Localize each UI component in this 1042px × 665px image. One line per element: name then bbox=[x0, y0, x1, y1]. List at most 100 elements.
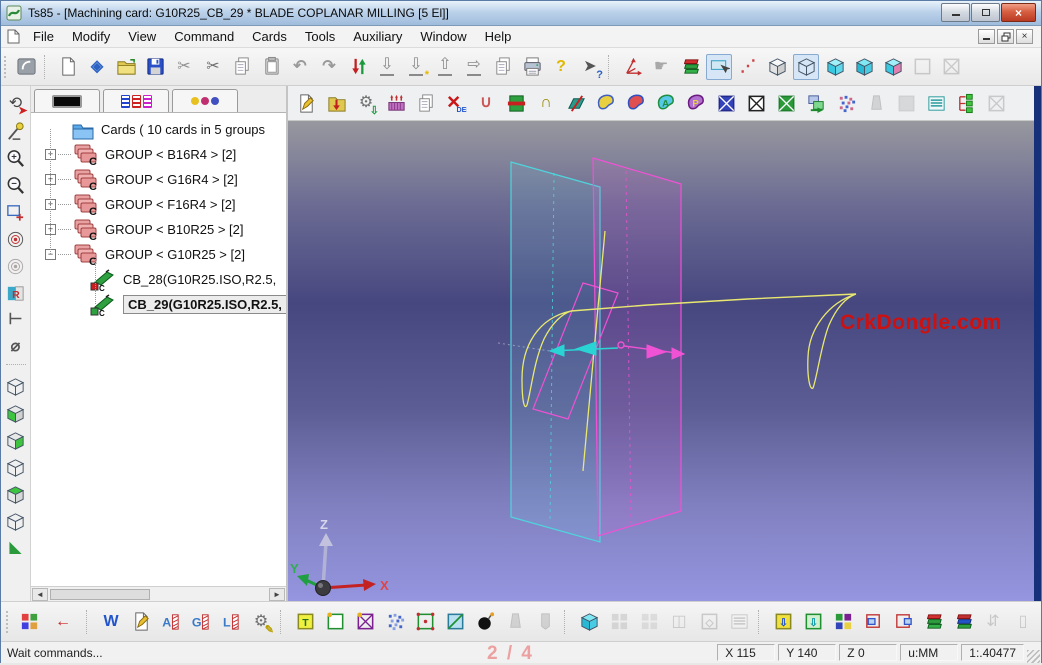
frame-del-icon[interactable] bbox=[352, 609, 378, 635]
card-manager-icon[interactable] bbox=[16, 609, 42, 635]
view-bottom-icon[interactable] bbox=[4, 509, 28, 533]
wireframe-cube-icon[interactable] bbox=[793, 54, 819, 80]
swap-order-icon[interactable] bbox=[345, 54, 371, 80]
pocket-area-icon[interactable] bbox=[593, 90, 619, 116]
scroll-left-button[interactable]: ◄ bbox=[32, 588, 48, 601]
toolbar-grip[interactable] bbox=[6, 611, 10, 633]
zoom-window-icon[interactable] bbox=[4, 200, 28, 224]
tree-group-row[interactable]: −CGROUP < G10R25 > [2] bbox=[31, 242, 286, 267]
tool-shape-icon[interactable]: ∪ bbox=[473, 90, 499, 116]
view-right-icon[interactable] bbox=[4, 428, 28, 452]
context-help-icon[interactable]: ➤? bbox=[577, 54, 603, 80]
tree-card-row[interactable]: CCB_29(G10R25.ISO,R2.5, bbox=[31, 292, 286, 317]
pick-frame-icon[interactable] bbox=[860, 609, 886, 635]
menu-auxiliary[interactable]: Auxiliary bbox=[344, 28, 411, 45]
link-tree-icon[interactable] bbox=[953, 90, 979, 116]
view-front-icon[interactable] bbox=[4, 401, 28, 425]
menu-cards[interactable]: Cards bbox=[243, 28, 296, 45]
export-icon[interactable]: ⇧ bbox=[432, 54, 458, 80]
limit-box-blue-icon[interactable] bbox=[713, 90, 739, 116]
undo-icon[interactable]: ↶ bbox=[287, 54, 313, 80]
diagonal-frame-icon[interactable] bbox=[442, 609, 468, 635]
tab-cards[interactable] bbox=[103, 89, 169, 112]
mill-tool-icon[interactable]: ◣ bbox=[4, 536, 28, 560]
palette-grid-icon[interactable] bbox=[830, 609, 856, 635]
card-wizard-icon[interactable]: ◈ bbox=[84, 54, 110, 80]
copy-card-icon[interactable] bbox=[413, 90, 439, 116]
export-template-icon[interactable]: ⇩ bbox=[800, 609, 826, 635]
view-top-icon[interactable] bbox=[4, 482, 28, 506]
bomb-icon[interactable] bbox=[472, 609, 498, 635]
holder-icon[interactable] bbox=[503, 90, 529, 116]
shaded-cube-icon[interactable] bbox=[822, 54, 848, 80]
import-icon[interactable]: ⇩ bbox=[374, 54, 400, 80]
menu-help[interactable]: Help bbox=[476, 28, 521, 45]
table-icon[interactable] bbox=[923, 90, 949, 116]
resize-grip[interactable] bbox=[1027, 650, 1040, 663]
import-template-icon[interactable]: ⇩ bbox=[770, 609, 796, 635]
mesh-edit-icon[interactable] bbox=[412, 609, 438, 635]
octree-cube-icon[interactable] bbox=[764, 54, 790, 80]
points-cloud-icon[interactable] bbox=[833, 90, 859, 116]
word-report-icon[interactable]: W bbox=[98, 609, 124, 635]
gauge-icon[interactable]: ⌀ bbox=[4, 335, 28, 359]
layer-stack-icon[interactable] bbox=[920, 609, 946, 635]
rendered-cube-icon[interactable] bbox=[880, 54, 906, 80]
menu-view[interactable]: View bbox=[119, 28, 165, 45]
layers-icon[interactable] bbox=[677, 54, 703, 80]
mdi-close-button[interactable]: × bbox=[1016, 29, 1033, 44]
tree-group-row[interactable]: +CGROUP < B16R4 > [2] bbox=[31, 142, 286, 167]
attr-l-icon[interactable]: L bbox=[218, 609, 244, 635]
orbit-view-icon[interactable]: ⟲➤ bbox=[4, 92, 28, 116]
menu-window[interactable]: Window bbox=[411, 28, 475, 45]
tab-viewer[interactable] bbox=[34, 89, 100, 112]
tab-options[interactable] bbox=[172, 89, 238, 112]
contour-icon[interactable] bbox=[623, 90, 649, 116]
frame-new-icon[interactable] bbox=[322, 609, 348, 635]
shade-view-icon[interactable] bbox=[576, 609, 602, 635]
area-p-icon[interactable]: P bbox=[683, 90, 709, 116]
view-iso-icon[interactable] bbox=[4, 374, 28, 398]
menu-file[interactable]: File bbox=[24, 28, 63, 45]
area-a-icon[interactable]: A bbox=[653, 90, 679, 116]
machine-sim-icon[interactable] bbox=[383, 90, 409, 116]
mdi-restore-button[interactable] bbox=[997, 29, 1014, 44]
minimize-button[interactable] bbox=[941, 3, 970, 22]
attr-g-icon[interactable]: G bbox=[188, 609, 214, 635]
attr-a-icon[interactable]: A bbox=[158, 609, 184, 635]
maximize-button[interactable] bbox=[971, 3, 1000, 22]
edit-card-icon[interactable] bbox=[293, 90, 319, 116]
tree-group-row[interactable]: +CGROUP < G16R4 > [2] bbox=[31, 167, 286, 192]
redo-icon[interactable]: ↷ bbox=[316, 54, 342, 80]
new-card-icon[interactable] bbox=[55, 54, 81, 80]
help-icon[interactable]: ? bbox=[548, 54, 574, 80]
grab-view-icon[interactable]: ☛ bbox=[648, 54, 674, 80]
delete-card-icon[interactable]: DEL bbox=[443, 90, 469, 116]
surface-icon[interactable] bbox=[563, 90, 589, 116]
send-to-icon[interactable]: ⇨ bbox=[461, 54, 487, 80]
import-assist-icon[interactable]: ⇩* bbox=[403, 54, 429, 80]
postprocess-icon[interactable]: ⚙⇩ bbox=[353, 90, 379, 116]
tree-group-row[interactable]: +CGROUP < B10R25 > [2] bbox=[31, 217, 286, 242]
ucs-axis-icon[interactable] bbox=[619, 54, 645, 80]
profile-icon[interactable]: ∩ bbox=[533, 90, 559, 116]
menu-command[interactable]: Command bbox=[165, 28, 243, 45]
app-logo-button[interactable] bbox=[13, 54, 39, 80]
limit-box-black-icon[interactable] bbox=[743, 90, 769, 116]
layer-multi-icon[interactable] bbox=[950, 609, 976, 635]
back-icon[interactable]: ← bbox=[46, 608, 80, 636]
limit-box-green-icon[interactable] bbox=[773, 90, 799, 116]
center-view-icon[interactable] bbox=[4, 227, 28, 251]
toolbar-grip[interactable] bbox=[4, 56, 8, 78]
open-icon[interactable] bbox=[113, 54, 139, 80]
view-back-icon[interactable] bbox=[4, 455, 28, 479]
zoom-out-icon[interactable]: − bbox=[4, 173, 28, 197]
gear-edit-icon[interactable]: ⚙✎ bbox=[248, 609, 274, 635]
text-frame-icon[interactable]: T bbox=[292, 609, 318, 635]
cut-icon[interactable]: ✂ bbox=[171, 54, 197, 80]
tree-card-row[interactable]: CCB_28(G10R25.ISO,R2.5, bbox=[31, 267, 286, 292]
measure-icon[interactable]: ⊢ bbox=[4, 308, 28, 332]
scroll-thumb[interactable] bbox=[50, 589, 150, 600]
menu-tools[interactable]: Tools bbox=[296, 28, 344, 45]
viewport-3d[interactable]: Z X Y CrkDongle.com bbox=[288, 121, 1041, 601]
